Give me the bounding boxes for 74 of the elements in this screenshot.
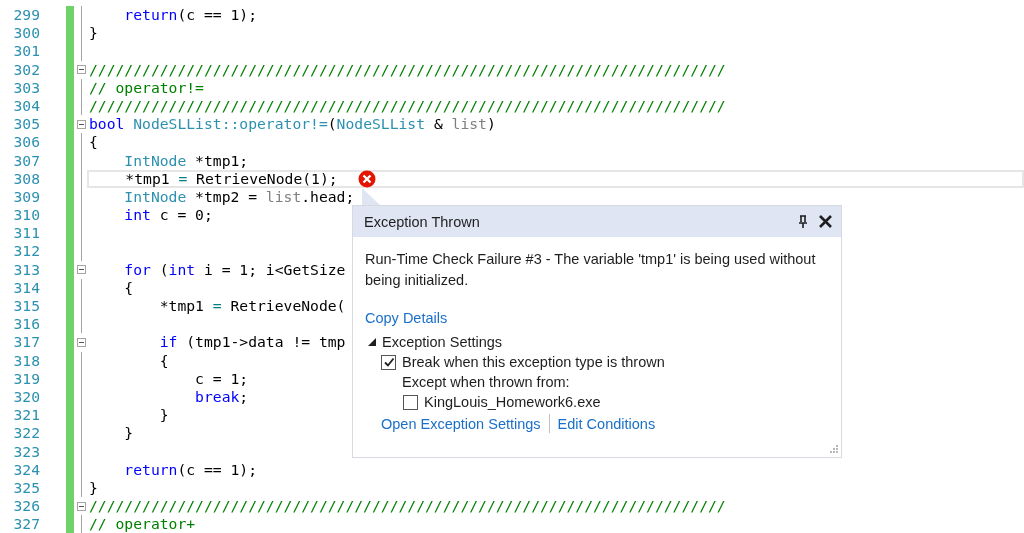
- code-line: }: [89, 24, 98, 43]
- code-line: {: [123, 278, 134, 297]
- line-number: 326: [12, 497, 40, 516]
- checkbox[interactable]: [403, 394, 418, 410]
- code-line: *tmp1 = RetrieveNode(1);: [124, 169, 338, 188]
- line-number: 303: [12, 78, 40, 97]
- code-line: ////////////////////////////////////////////////////////////////////////: [89, 96, 726, 116]
- checkbox-option[interactable]: KingLouis_Homework6.exe: [403, 394, 829, 410]
- code-line: return(c == 1);: [123, 460, 258, 479]
- collapse-toggle[interactable]: [76, 265, 86, 275]
- error-message: Run-Time Check Failure #3 - The variable 'tmp1' is being used without being initialized.: [365, 250, 817, 290]
- line-number: 302: [12, 60, 40, 79]
- code-line: break;: [194, 387, 249, 407]
- code-line: }: [123, 424, 134, 443]
- code-line: {: [158, 351, 169, 370]
- line-number: 309: [12, 187, 40, 207]
- line-number: 308: [12, 169, 40, 188]
- line-number: 321: [12, 406, 40, 425]
- line-number: 301: [12, 42, 40, 61]
- line-number: 322: [12, 424, 40, 443]
- checkbox-option[interactable]: Break when this exception type is thrown: [381, 354, 829, 370]
- code-line: // operator+: [89, 515, 196, 533]
- code-line: for (int i = 1; i<GetSize: [123, 260, 346, 279]
- line-number: 311: [12, 224, 40, 243]
- code-line: return(c == 1);: [123, 6, 258, 25]
- line-number: 319: [12, 369, 40, 388]
- pin-icon[interactable]: [798, 214, 808, 229]
- line-number: 307: [12, 151, 40, 170]
- code-line: }: [158, 406, 169, 425]
- line-number: 310: [12, 206, 40, 225]
- close-icon[interactable]: [818, 214, 833, 229]
- settings-link[interactable]: Open Exception Settings: [381, 415, 541, 432]
- line-number: 305: [12, 115, 40, 134]
- line-number: 325: [12, 478, 40, 498]
- except-label: Except when thrown from:: [402, 374, 571, 390]
- line-number: 314: [12, 278, 40, 297]
- line-number: 304: [12, 96, 40, 116]
- line-number: 327: [12, 515, 40, 533]
- line-number: 317: [12, 333, 40, 352]
- code-line: ////////////////////////////////////////////////////////////////////////: [89, 497, 726, 516]
- code-line: if (tmp1->data != tmp: [158, 333, 346, 352]
- line-number: 300: [12, 24, 40, 43]
- code-line: ////////////////////////////////////////////////////////////////////////: [89, 60, 726, 79]
- line-number: 313: [12, 260, 40, 279]
- code-line: // operator!=: [89, 78, 204, 97]
- code-line: *tmp1 = RetrieveNode(: [158, 297, 346, 316]
- code-line: bool NodeSLList::operator!=(NodeSLList & list): [89, 115, 496, 134]
- section-expander[interactable]: Exception Settings: [367, 334, 829, 350]
- code-line: {: [89, 133, 98, 152]
- code-line: IntNode *tmp2 = list.head;: [123, 187, 355, 207]
- checkbox[interactable]: [381, 354, 396, 370]
- code-line: IntNode *tmp1;: [123, 151, 249, 170]
- collapse-toggle[interactable]: [76, 65, 86, 75]
- copy-details-link[interactable]: Copy Details: [365, 310, 448, 326]
- line-number: 320: [12, 387, 40, 407]
- settings-link[interactable]: Edit Conditions: [557, 415, 656, 432]
- line-number: 299: [12, 6, 40, 25]
- checkmark-icon: [382, 356, 395, 368]
- line-number: 306: [12, 133, 40, 152]
- collapse-toggle[interactable]: [76, 337, 86, 347]
- collapse-toggle[interactable]: [76, 119, 86, 129]
- code-line: c = 1;: [194, 369, 249, 388]
- code-line: int c = 0;: [123, 206, 213, 225]
- code-line: }: [89, 478, 98, 498]
- line-number: 316: [12, 315, 40, 334]
- outline-guide: [80, 515, 82, 533]
- line-number: 318: [12, 351, 40, 370]
- line-number: 324: [12, 460, 40, 479]
- line-number: 315: [12, 297, 40, 316]
- resize-grip-icon: [827, 444, 839, 454]
- collapse-toggle[interactable]: [76, 501, 86, 511]
- line-number: 323: [12, 442, 40, 461]
- line-number: 312: [12, 242, 40, 261]
- popup-title: Exception Thrown: [364, 213, 481, 230]
